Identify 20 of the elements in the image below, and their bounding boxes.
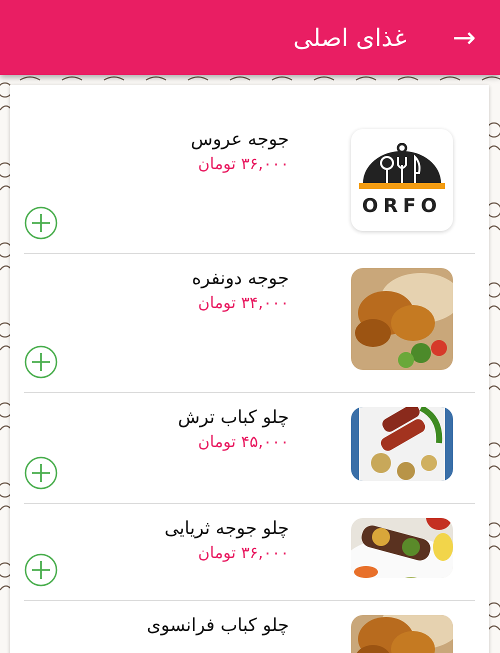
back-button[interactable]: → <box>452 24 476 52</box>
add-button[interactable] <box>24 456 58 490</box>
plus-icon <box>24 553 58 587</box>
dish-name: جوجه عروس <box>190 129 289 150</box>
add-button[interactable] <box>24 345 58 379</box>
dish-name: جوجه دونفره <box>192 268 289 289</box>
dish-price: ۴۵,۰۰۰ تومان <box>196 432 289 451</box>
plus-icon <box>24 456 58 490</box>
dish-name: چلو کباب فرانسوی <box>146 615 289 636</box>
dish-name: چلو جوجه ثریایی <box>164 518 289 539</box>
add-button[interactable] <box>24 206 58 240</box>
plus-icon <box>24 345 58 379</box>
dish-price: ۳۴,۰۰۰ تومان <box>196 293 289 312</box>
dish-price: ۳۶,۰۰۰ تومان <box>196 154 289 173</box>
plus-icon <box>24 206 58 240</box>
dish-name: چلو کباب ترش <box>178 407 289 428</box>
logo-text: ORFO <box>362 195 442 217</box>
add-button[interactable] <box>24 553 58 587</box>
dish-price: ۳۶,۰۰۰ تومان <box>196 543 289 562</box>
page-title: غذای اصلی <box>293 24 407 52</box>
